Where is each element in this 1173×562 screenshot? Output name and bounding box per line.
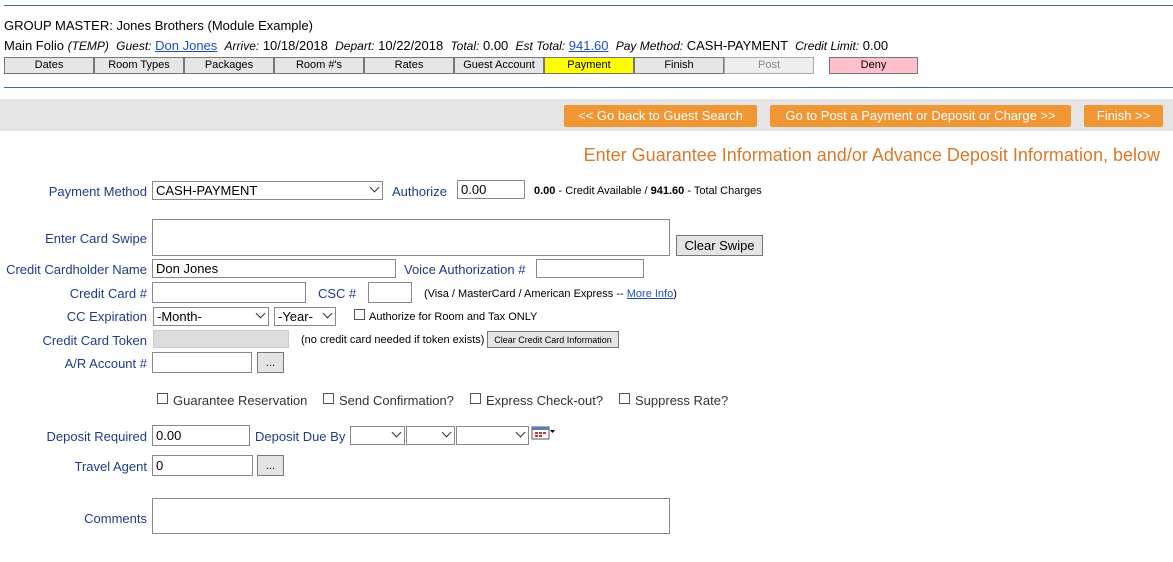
- csc-label: CSC #: [318, 286, 357, 301]
- expiration-month-select[interactable]: -Month-: [153, 307, 269, 326]
- payment-method-label: Payment Method: [48, 184, 147, 199]
- month-value: -Month-: [157, 309, 202, 324]
- guarantee-reservation-checkbox[interactable]: [157, 393, 168, 404]
- pay-method-label: Pay Method:: [615, 39, 684, 53]
- authorize-room-tax-label: Authorize for Room and Tax ONLY: [369, 311, 538, 323]
- card-swipe-label: Enter Card Swipe: [45, 231, 147, 246]
- finish-button[interactable]: Finish >>: [1084, 105, 1163, 127]
- post-payment-button[interactable]: Go to Post a Payment or Deposit or Charg…: [770, 105, 1071, 127]
- total-charges-value: 941.60: [650, 185, 685, 197]
- express-checkout-checkbox[interactable]: [470, 393, 481, 404]
- folio-temp: (TEMP): [67, 39, 109, 53]
- authorize-room-tax-checkbox[interactable]: [354, 309, 365, 320]
- travel-agent-lookup-button[interactable]: ...: [257, 455, 284, 476]
- back-to-guest-search-button[interactable]: << Go back to Guest Search: [564, 105, 757, 127]
- card-types-note: (Visa / MasterCard / American Express --…: [424, 288, 677, 300]
- travel-agent-input[interactable]: [152, 455, 253, 476]
- depart-date: 10/22/2018: [378, 38, 444, 53]
- total-label: Total:: [450, 39, 480, 53]
- voice-auth-label: Voice Authorization #: [404, 262, 526, 277]
- authorize-input[interactable]: [457, 180, 525, 199]
- section-heading: Enter Guarantee Information and/or Advan…: [583, 145, 1160, 165]
- cardholder-label: Credit Cardholder Name: [6, 262, 147, 277]
- tab-room-numbers[interactable]: Room #'s: [274, 57, 364, 74]
- expiration-year-select[interactable]: -Year-: [274, 307, 336, 326]
- credit-limit-value: 0.00: [862, 38, 889, 53]
- deposit-due-label: Deposit Due By: [255, 429, 346, 444]
- deposit-required-input[interactable]: [152, 425, 250, 446]
- card-number-input[interactable]: [152, 282, 306, 303]
- top-divider: [4, 5, 1173, 6]
- arrive-label: Arrive:: [224, 39, 260, 53]
- est-total-label: Est Total:: [515, 39, 566, 53]
- clear-credit-card-info-button[interactable]: Clear Credit Card Information: [487, 331, 619, 348]
- guest-name-link[interactable]: Don Jones: [155, 38, 217, 53]
- send-confirmation-label: Send Confirmation?: [339, 393, 454, 408]
- deposit-required-label: Deposit Required: [46, 429, 147, 444]
- suppress-rate-label: Suppress Rate?: [635, 393, 729, 408]
- guarantee-reservation-label: Guarantee Reservation: [173, 393, 308, 408]
- ar-account-lookup-button[interactable]: ...: [257, 352, 284, 373]
- token-label: Credit Card Token: [42, 333, 147, 348]
- deposit-due-day-select[interactable]: [406, 426, 455, 445]
- folio-label: Main Folio: [4, 38, 64, 53]
- comments-label: Comments: [84, 511, 147, 526]
- payment-method-select[interactable]: CASH-PAYMENT: [152, 181, 383, 200]
- tab-finish[interactable]: Finish: [634, 57, 724, 74]
- credit-available-text: - Credit Available /: [558, 185, 648, 197]
- suppress-rate-checkbox[interactable]: [619, 393, 630, 404]
- total-value: 0.00: [482, 38, 509, 53]
- chevron-down-icon: [441, 427, 452, 438]
- est-total-link[interactable]: 941.60: [569, 38, 609, 53]
- page-title: GROUP MASTER: Jones Brothers (Module Exa…: [4, 18, 313, 33]
- chevron-down-icon: [369, 182, 380, 193]
- ar-account-input[interactable]: [152, 352, 252, 373]
- ar-account-label: A/R Account #: [64, 356, 147, 371]
- credit-limit-label: Credit Limit:: [795, 39, 860, 53]
- tab-payment[interactable]: Payment: [544, 57, 634, 74]
- chevron-down-icon: [255, 308, 266, 319]
- clear-swipe-button[interactable]: Clear Swipe: [676, 235, 763, 256]
- deposit-due-month-select[interactable]: [350, 426, 405, 445]
- tab-post: Post: [724, 57, 814, 74]
- chevron-down-icon: [391, 427, 402, 438]
- tab-guest-account[interactable]: Guest Account: [454, 57, 544, 74]
- tab-packages[interactable]: Packages: [184, 57, 274, 74]
- tab-rates[interactable]: Rates: [364, 57, 454, 74]
- express-checkout-label: Express Check-out?: [486, 393, 604, 408]
- guest-label: Guest:: [116, 39, 152, 53]
- total-charges-text: - Total Charges: [687, 185, 762, 197]
- folio-summary: Main Folio (TEMP) Guest: Don Jones Arriv…: [4, 38, 888, 53]
- credit-available-value: 0.00: [534, 185, 556, 197]
- cc-expiration-label: CC Expiration: [66, 309, 147, 324]
- travel-agent-label: Travel Agent: [74, 459, 147, 474]
- comments-textarea[interactable]: [152, 498, 670, 534]
- payment-method-value: CASH-PAYMENT: [156, 183, 258, 198]
- pay-method-value: CASH-PAYMENT: [686, 38, 788, 53]
- card-types-text: (Visa / MasterCard / American Express --: [424, 288, 624, 300]
- credit-summary: 0.00 - Credit Available / 941.60 - Total…: [534, 185, 762, 197]
- authorize-label: Authorize: [392, 184, 447, 199]
- token-field: [153, 330, 289, 348]
- tab-dates[interactable]: Dates: [4, 57, 94, 74]
- section-divider: [4, 87, 1173, 88]
- csc-input[interactable]: [368, 282, 412, 303]
- voice-auth-input[interactable]: [536, 259, 644, 278]
- card-swipe-textarea[interactable]: [152, 219, 670, 256]
- cardholder-name-input[interactable]: [152, 259, 396, 278]
- card-types-close: ): [673, 288, 677, 300]
- send-confirmation-checkbox[interactable]: [323, 393, 334, 404]
- chevron-down-icon: [322, 308, 333, 319]
- chevron-down-icon: [515, 427, 526, 438]
- more-info-link[interactable]: More Info: [627, 288, 673, 300]
- year-value: -Year-: [278, 309, 313, 324]
- deposit-due-year-select[interactable]: [456, 426, 529, 445]
- calendar-icon[interactable]: [531, 426, 555, 440]
- tab-deny[interactable]: Deny: [829, 57, 918, 74]
- depart-label: Depart:: [335, 39, 375, 53]
- tab-room-types[interactable]: Room Types: [94, 57, 184, 74]
- card-number-label: Credit Card #: [69, 286, 147, 301]
- token-note: (no credit card needed if token exists): [301, 334, 485, 346]
- arrive-date: 10/18/2018: [262, 38, 328, 53]
